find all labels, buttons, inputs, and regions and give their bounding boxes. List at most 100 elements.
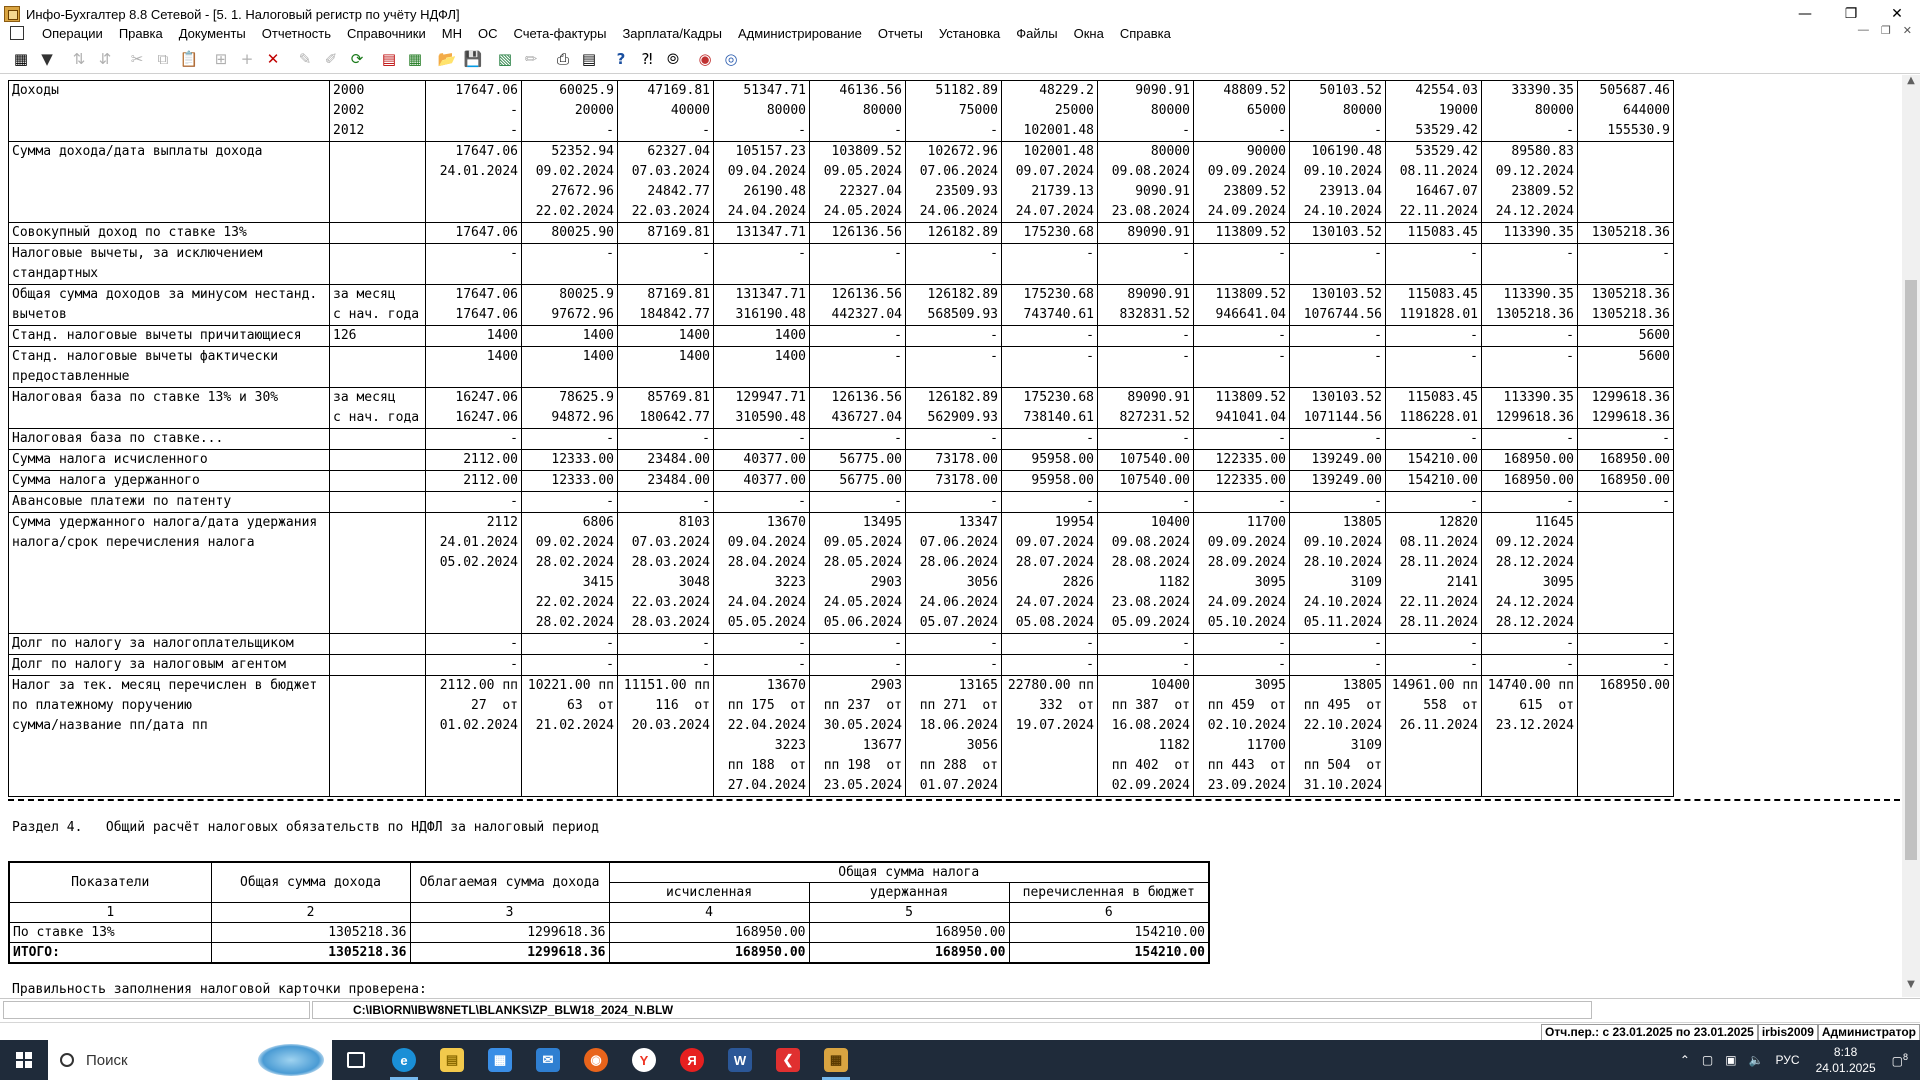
start-button[interactable]	[0, 1040, 48, 1080]
print-icon[interactable]: ⎙	[550, 46, 576, 72]
menu-setup[interactable]: Установка	[931, 26, 1008, 41]
help-icon[interactable]: ?	[608, 46, 634, 72]
tray-volume-icon[interactable]: 🔈	[1743, 1053, 1770, 1067]
mail-icon[interactable]: ✉	[524, 1040, 572, 1080]
save-icon[interactable]: 💾	[460, 46, 486, 72]
menu-salary[interactable]: Зарплата/Кадры	[614, 26, 730, 41]
sort-desc-icon[interactable]: ⇵	[92, 46, 118, 72]
menu-edit[interactable]: Правка	[111, 26, 171, 41]
open-icon[interactable]: 📂	[434, 46, 460, 72]
menu-help[interactable]: Справка	[1112, 26, 1179, 41]
month-cell-line: 28.04.2024	[727, 555, 806, 570]
insert-icon[interactable]: ⊞	[208, 46, 234, 72]
cut-icon[interactable]: ✂	[124, 46, 150, 72]
menu-files[interactable]: Файлы	[1008, 26, 1065, 41]
refresh-icon[interactable]: ⟳	[344, 46, 370, 72]
month-cell: 17647.06 24.01.2024	[425, 141, 522, 223]
edge-icon[interactable]: e	[380, 1040, 428, 1080]
compass-icon[interactable]: ⦾	[660, 46, 686, 72]
month-cell-line: -	[510, 431, 518, 446]
menu-reports[interactable]: Отчеты	[870, 26, 931, 41]
menu-admin[interactable]: Администрирование	[730, 26, 870, 41]
month-cell-line: 3095	[1542, 575, 1574, 590]
mdi-close-icon[interactable]: ✕	[1903, 24, 1912, 37]
globe-icon[interactable]: ◎	[718, 46, 744, 72]
total-cell-line: 1299618.36	[1591, 390, 1670, 405]
month-cell-line: 09.05.2024	[823, 535, 902, 550]
yandex-browser-icon[interactable]: Y	[620, 1040, 668, 1080]
month-cell-line: 12820	[1438, 515, 1478, 530]
month-cell-line: 22.10.2024	[1303, 718, 1382, 733]
word-icon[interactable]: W	[716, 1040, 764, 1080]
menu-documents[interactable]: Документы	[171, 26, 254, 41]
delete-icon[interactable]: ✕	[260, 46, 286, 72]
month-cell-line: -	[894, 246, 902, 261]
paste-icon[interactable]: 📋	[176, 46, 202, 72]
month-cell-line: -	[894, 494, 902, 509]
month-cell: 52352.94 09.02.2024 27672.96 22.02.2024	[521, 141, 618, 223]
tray-device-icon[interactable]: ▢	[1696, 1053, 1719, 1067]
month-cell-line: 02.09.2024	[1111, 778, 1190, 793]
language-indicator[interactable]: РУС	[1770, 1053, 1806, 1067]
edit-icon[interactable]: ✏	[518, 46, 544, 72]
clock[interactable]: 8:18 24.01.2025	[1806, 1044, 1886, 1076]
month-cell-line: 13495	[862, 515, 902, 530]
total-cell: -	[1577, 491, 1674, 513]
pen-clear-icon[interactable]: ✐	[318, 46, 344, 72]
store-icon[interactable]: ▦	[476, 1040, 524, 1080]
copy-icon[interactable]: ⧉	[150, 46, 176, 72]
task-view-icon[interactable]	[332, 1040, 380, 1080]
menu-operations[interactable]: Операции	[34, 26, 111, 41]
month-cell: 168950.00	[1481, 470, 1578, 492]
notifications-icon[interactable]: ▢8	[1886, 1052, 1920, 1068]
sort-asc-icon[interactable]: ⇅	[66, 46, 92, 72]
excel-icon[interactable]: ▧	[492, 46, 518, 72]
scroll-thumb[interactable]	[1905, 280, 1917, 860]
month-cell: -	[1097, 491, 1194, 513]
month-cell-line: 80000	[1150, 144, 1190, 159]
month-cell-line: 52352.94	[551, 144, 614, 159]
add-icon[interactable]: +	[234, 46, 260, 72]
firefox-icon[interactable]: ◉	[572, 1040, 620, 1080]
menu-windows[interactable]: Окна	[1066, 26, 1112, 41]
view-icon[interactable]: ▦	[8, 46, 34, 72]
explorer-icon[interactable]: ▤	[428, 1040, 476, 1080]
mdi-restore-icon[interactable]: ❐	[1881, 24, 1891, 37]
month-cell-line: 3415	[582, 575, 614, 590]
yandex-icon[interactable]: Я	[668, 1040, 716, 1080]
month-cell-line: 23.05.2024	[823, 778, 902, 793]
toolbar: ▦ ▼ ⇅ ⇵ ✂ ⧉ 📋 ⊞ + ✕ ✎ ✐ ⟳ ▤ ▦ 📂 💾 ▧ ✏ ⎙ …	[0, 44, 1920, 74]
month-cell-line: 21.02.2024	[535, 718, 614, 733]
tray-chevron-icon[interactable]: ⌃	[1674, 1053, 1696, 1067]
menu-references[interactable]: Справочники	[339, 26, 434, 41]
document-icon[interactable]	[10, 26, 24, 40]
scroll-up-icon[interactable]: ▲	[1902, 75, 1920, 93]
month-cell-line: 2112.00	[463, 473, 518, 488]
context-help-icon[interactable]: ⁈	[634, 46, 660, 72]
taskbar-search[interactable]: Поиск	[48, 1040, 332, 1080]
menu-bar: Операции Правка Документы Отчетность Спр…	[0, 22, 1920, 44]
mdi-minimize-icon[interactable]: —	[1858, 24, 1869, 37]
month-cell-line: 9090.91	[1135, 184, 1190, 199]
preview-icon[interactable]: ▤	[576, 46, 602, 72]
filter-icon[interactable]: ▼	[34, 46, 60, 72]
tray-network-icon[interactable]: ▣	[1719, 1053, 1742, 1067]
report-area[interactable]: Доходы 2000 2002 2012 17647.06 - - 60025.9 20000…	[0, 75, 1900, 997]
menu-os[interactable]: ОС	[470, 26, 506, 41]
cell-value: 1299618.36	[409, 942, 610, 964]
month-cell: -	[1481, 491, 1578, 513]
scroll-down-icon[interactable]: ▼	[1902, 979, 1920, 997]
menu-reporting[interactable]: Отчетность	[254, 26, 339, 41]
menu-invoices[interactable]: Счета-фактуры	[505, 26, 614, 41]
menu-mn[interactable]: МН	[434, 26, 470, 41]
month-cell-line: 3056	[966, 738, 998, 753]
pdf-icon[interactable]: ▤	[376, 46, 402, 72]
anydesk-icon[interactable]: ❮	[764, 1040, 812, 1080]
pen-icon[interactable]: ✎	[292, 46, 318, 72]
vertical-scrollbar[interactable]: ▲ ▼	[1902, 75, 1920, 997]
web-icon[interactable]: ◉	[692, 46, 718, 72]
calc-icon[interactable]: ▦	[402, 46, 428, 72]
row-code	[329, 449, 426, 471]
infobuh-icon[interactable]: ▦	[812, 1040, 860, 1080]
month-cell-line: 08.11.2024	[1399, 164, 1478, 179]
